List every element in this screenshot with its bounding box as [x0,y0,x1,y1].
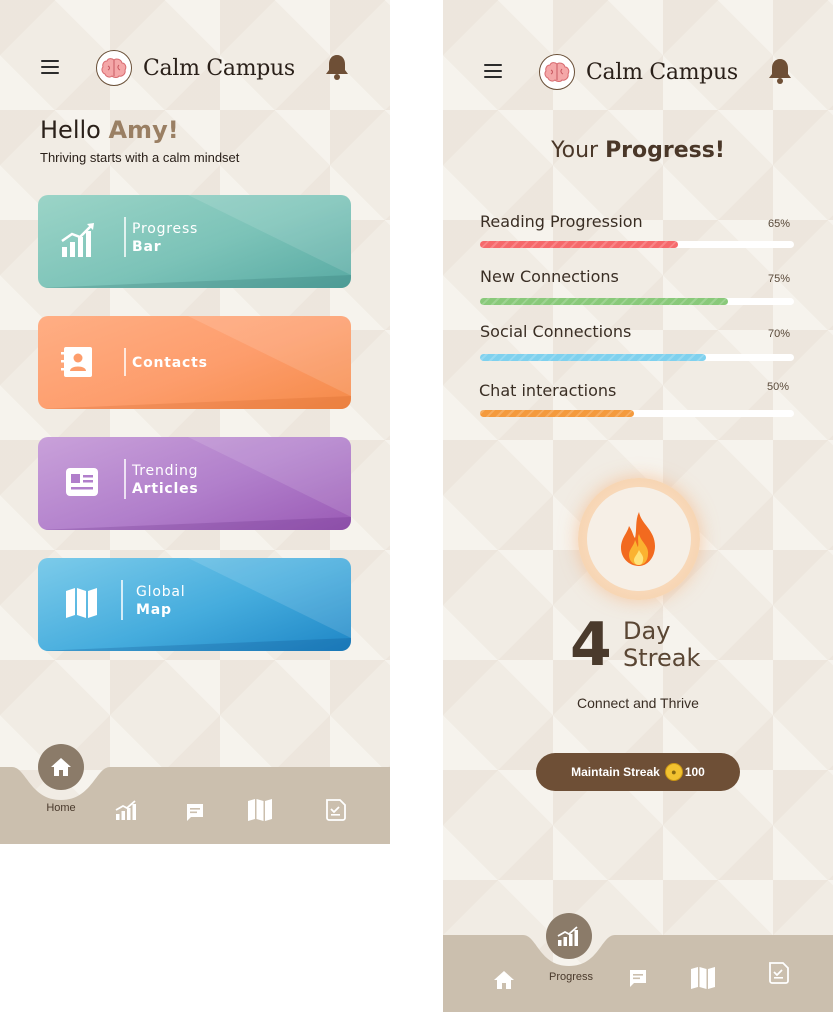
contacts-icon [60,346,100,386]
progress-bar-tile[interactable]: Progress Bar [38,195,351,288]
menu-button[interactable] [484,64,502,78]
nav-map-button[interactable] [247,798,273,826]
page-title-bold: Progress! [605,138,725,163]
nav-notes-button[interactable] [325,798,347,826]
progress-fill [480,410,634,417]
streak-count: 4 [570,610,612,680]
brain-icon [96,50,132,86]
progress-track [480,410,794,417]
tile-divider [124,348,126,376]
progress-item: Chat interactions 50% [479,381,794,421]
map-icon [248,799,272,821]
tile-divider [124,459,126,499]
map-icon [65,587,105,627]
tile-label: Progress Bar [132,220,198,256]
map-icon [691,967,715,989]
tile-label-line1: Progress [132,221,199,237]
contacts-tile[interactable]: Contacts [38,316,351,409]
progress-percent: 50% [766,381,789,393]
progress-label: Chat interactions [479,381,617,400]
nav-home-button[interactable] [493,970,515,994]
progress-fill [480,241,678,248]
progress-fill [480,354,707,361]
nav-progress-label: Progress [548,971,594,983]
tile-label-line1: Trending [132,463,199,479]
maintain-streak-label: Maintain Streak [571,765,660,779]
maintain-streak-button[interactable]: Maintain Streak ● 100 [536,753,740,791]
progress-label: New Connections [480,267,619,286]
nav-progress-button[interactable] [546,913,592,959]
tile-divider [121,580,123,620]
greeting-text: Hello [40,116,101,144]
bottom-nav: Progress [443,908,833,1012]
nav-home-label: Home [46,802,76,814]
chat-icon [630,970,646,987]
bar-chart-icon [557,926,578,946]
nav-map-button[interactable] [690,966,716,994]
coin-icon: ● [664,763,683,781]
tile-label-line2: Contacts [132,355,208,371]
progress-item: Social Connections 70% [480,322,794,362]
streak-label-line1: Day [623,617,671,645]
tile-label: Trending Articles [132,462,199,498]
document-icon [769,962,789,984]
progress-fill [480,298,729,305]
page-title: Your Progress! [443,138,833,163]
tile-label-line1: Global [136,584,186,600]
bar-chart-icon [60,221,100,261]
progress-track [480,241,794,248]
progress-track [480,298,794,305]
tile-label: Contacts [132,354,208,372]
bell-icon[interactable] [324,53,350,85]
menu-button[interactable] [41,60,59,74]
flame-icon [621,512,655,566]
tile-label: Global Map [136,583,185,619]
app-logo: Calm Campus [539,54,738,90]
bar-chart-icon [115,800,136,820]
progress-item: New Connections 75% [480,267,794,307]
streak-badge [578,478,700,600]
bell-icon[interactable] [767,57,793,89]
progress-track [480,354,794,361]
nav-chat-button[interactable] [185,802,205,826]
chat-icon [187,804,203,821]
home-screen: Calm Campus Hello Amy! Thriving starts w… [0,0,390,844]
tile-label-line2: Articles [132,481,199,497]
nav-chat-button[interactable] [628,968,648,992]
nav-home-button[interactable] [38,744,84,790]
coin-amount: 100 [684,765,705,779]
nav-notes-button[interactable] [768,961,790,989]
bottom-nav: Home [0,740,390,844]
document-icon [326,799,346,821]
app-title: Calm Campus [586,59,738,85]
progress-label: Reading Progression [480,212,643,231]
trending-articles-tile[interactable]: Trending Articles [38,437,351,530]
progress-percent: 70% [767,328,790,340]
tile-label-line2: Bar [132,239,162,255]
streak-label: Day Streak [623,618,700,672]
home-icon [51,758,71,776]
tagline: Thriving starts with a calm mindset [40,150,240,165]
app-title: Calm Campus [143,55,295,81]
global-map-tile[interactable]: Global Map [38,558,351,651]
article-icon [66,468,106,508]
streak-subtitle: Connect and Thrive [577,695,699,711]
page-title-prefix: Your [551,138,599,163]
greeting: Hello Amy! [40,116,179,144]
brain-icon [539,54,575,90]
progress-item: Reading Progression 65% [480,212,794,252]
tile-divider [124,217,126,257]
home-icon [494,971,514,989]
nav-progress-button[interactable] [115,799,139,825]
progress-label: Social Connections [480,322,632,341]
progress-percent: 75% [767,273,790,285]
tile-label-line2: Map [136,602,172,618]
progress-percent: 65% [767,218,790,230]
app-logo: Calm Campus [96,50,295,86]
user-name: Amy! [108,116,179,144]
progress-screen: Calm Campus Your Progress! Reading Progr… [443,0,833,1012]
streak-label-line2: Streak [623,644,701,672]
